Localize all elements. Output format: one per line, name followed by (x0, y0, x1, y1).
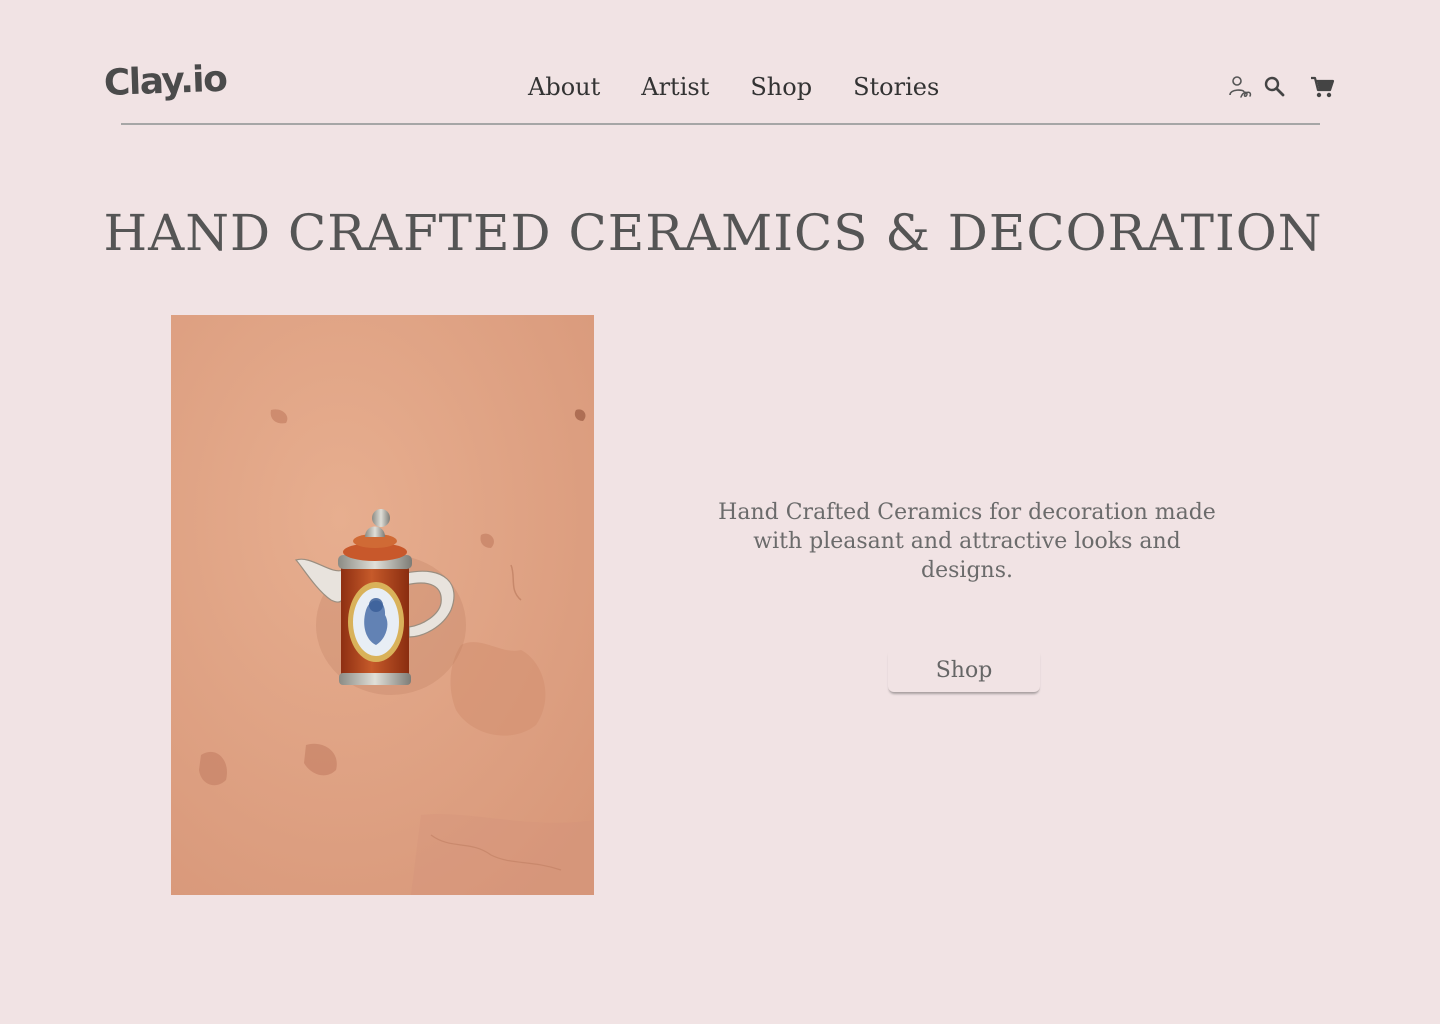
nav-link-about[interactable]: About (528, 70, 600, 104)
header-divider (121, 123, 1320, 125)
search-icon[interactable] (1262, 74, 1288, 100)
main-nav: About Artist Shop Stories (528, 70, 939, 104)
shop-button[interactable]: Shop (888, 648, 1040, 692)
hero-image (171, 315, 594, 895)
account-signature-icon[interactable] (1228, 74, 1254, 100)
nav-link-shop[interactable]: Shop (750, 70, 812, 104)
nav-link-stories[interactable]: Stories (853, 70, 939, 104)
hero-description: Hand Crafted Ceramics for decoration mad… (718, 500, 1216, 583)
teapot-on-wall-illustration (171, 315, 594, 895)
brand-logo[interactable]: Clay.io (103, 59, 227, 104)
cart-icon[interactable] (1309, 74, 1335, 100)
nav-link-artist[interactable]: Artist (641, 70, 709, 104)
hero-title: HAND CRAFTED CERAMICS & DECORATION (103, 204, 1323, 262)
